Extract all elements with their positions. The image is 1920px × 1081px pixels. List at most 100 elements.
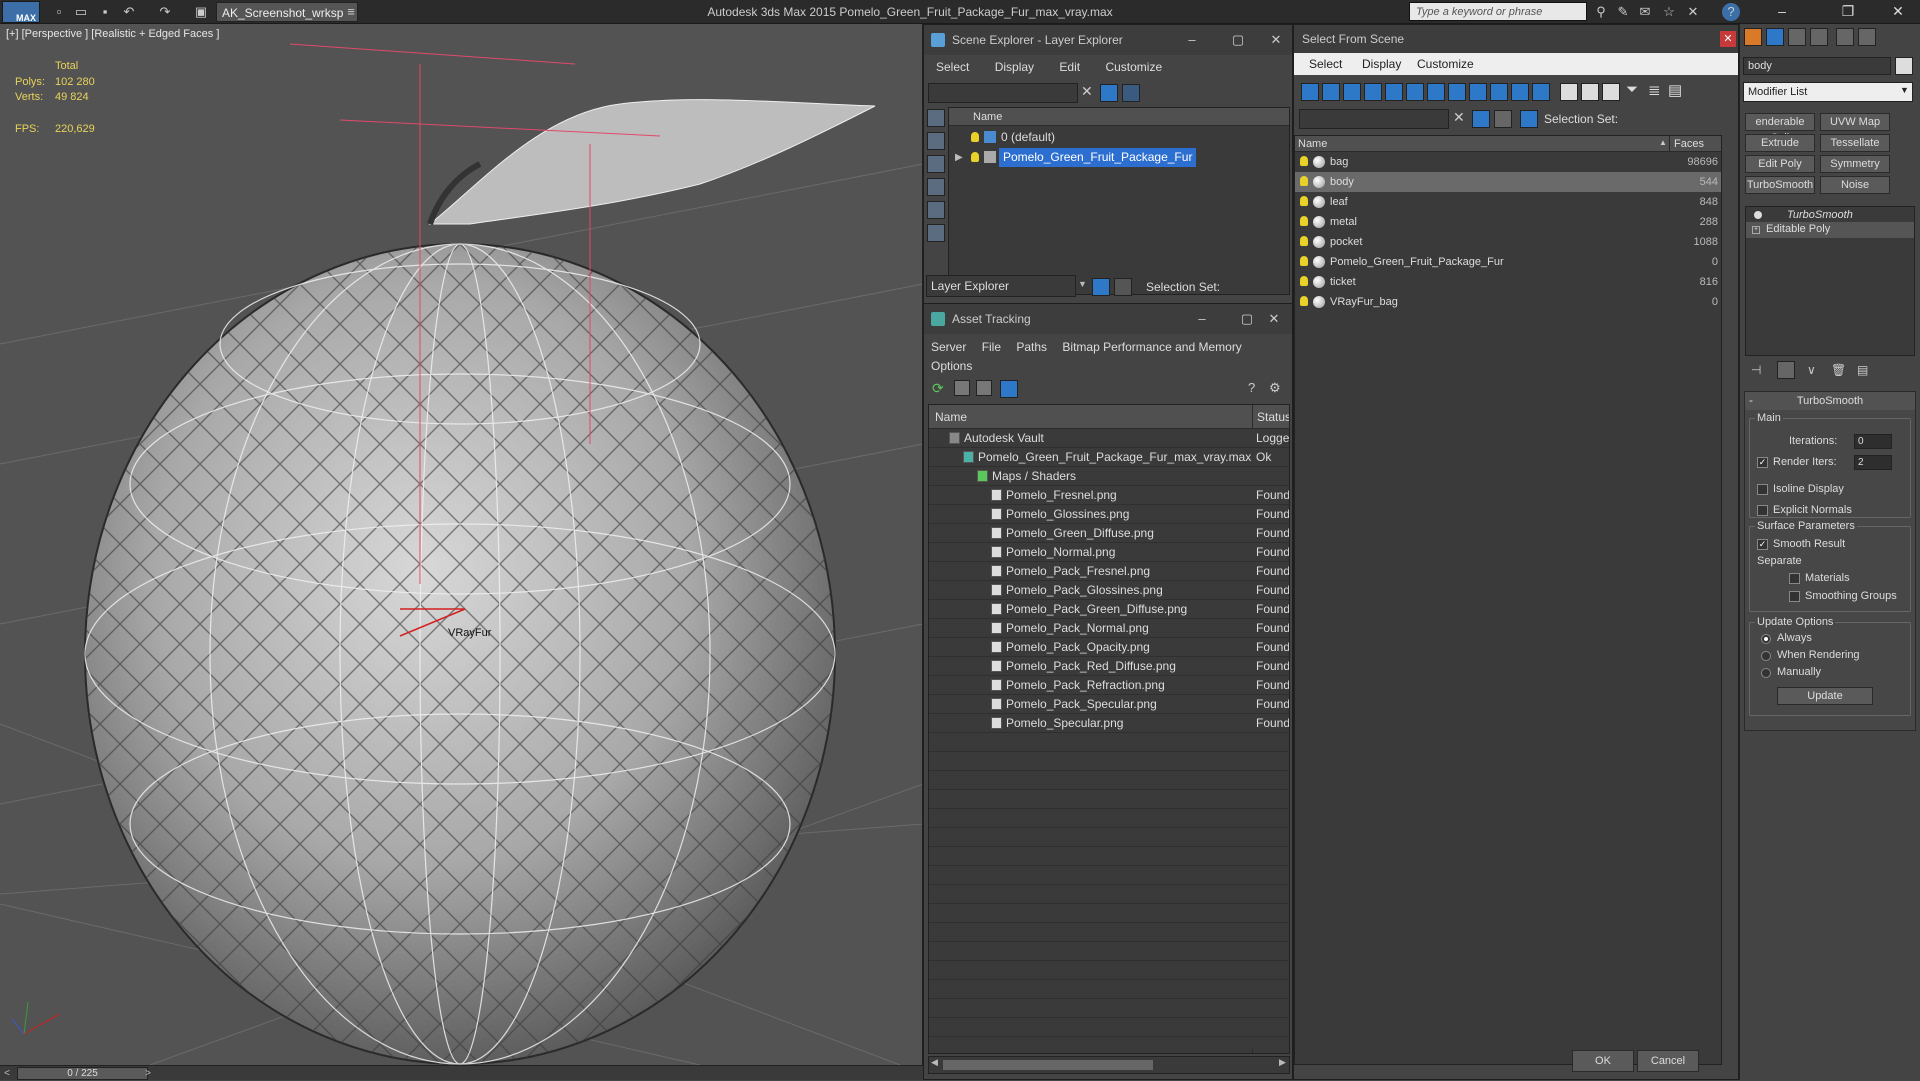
- filter-shapes-icon[interactable]: [927, 132, 945, 150]
- show-end-result-icon[interactable]: [1777, 361, 1795, 379]
- asset-row[interactable]: Pomelo_Pack_Opacity.png Found: [929, 638, 1289, 657]
- minimize-icon[interactable]: –: [1174, 25, 1210, 55]
- tessellate-button[interactable]: Tessellate: [1820, 134, 1890, 152]
- layer-row[interactable]: 0 (default): [949, 128, 1289, 147]
- col-faces-header[interactable]: Faces: [1669, 136, 1704, 152]
- undo-icon[interactable]: ↶: [120, 3, 138, 21]
- dropdown-arrow-icon[interactable]: ▼: [1900, 85, 1909, 95]
- display-lights-icon[interactable]: [1343, 83, 1361, 101]
- smooth-result-checkbox[interactable]: ✓: [1757, 539, 1768, 550]
- light-bulb-icon[interactable]: [1300, 276, 1308, 286]
- expand-arrow-icon[interactable]: ▶: [955, 148, 963, 167]
- layer-tool-icon[interactable]: [1122, 84, 1140, 102]
- asset-row[interactable]: Pomelo_Pack_Glossines.png Found: [929, 581, 1289, 600]
- select-from-scene-titlebar[interactable]: Select From Scene: [1294, 25, 1738, 53]
- display-cameras-icon[interactable]: [1364, 83, 1382, 101]
- clear-search-icon[interactable]: ✕: [1453, 109, 1465, 126]
- object-name-input[interactable]: body: [1743, 57, 1891, 75]
- isoline-display-checkbox[interactable]: [1757, 484, 1768, 495]
- light-bulb-icon[interactable]: [1300, 196, 1308, 206]
- app-logo-icon[interactable]: MAX: [2, 1, 40, 23]
- perspective-viewport[interactable]: [+] [Perspective ] [Realistic + Edged Fa…: [0, 24, 923, 1065]
- asset-row[interactable]: Pomelo_Pack_Normal.png Found: [929, 619, 1289, 638]
- select-none-icon[interactable]: [1581, 83, 1599, 101]
- asset-row[interactable]: Pomelo_Green_Diffuse.png Found: [929, 524, 1289, 543]
- thumbnail-view-icon[interactable]: [976, 380, 992, 396]
- close-icon[interactable]: ✕: [1256, 304, 1292, 334]
- update-always-radio[interactable]: [1761, 634, 1771, 644]
- layer-row[interactable]: ▶ Pomelo_Green_Fruit_Package_Fur: [949, 148, 1289, 167]
- filter-funnel-icon[interactable]: ⏷: [1626, 81, 1638, 98]
- table-view-icon[interactable]: [1000, 380, 1018, 398]
- asset-row[interactable]: Pomelo_Fresnel.png Found: [929, 486, 1289, 505]
- layer-explorer-toggle-icon[interactable]: [1092, 278, 1110, 296]
- object-color-swatch[interactable]: [1895, 57, 1913, 75]
- display-groups-icon[interactable]: [1427, 83, 1445, 101]
- filter-lights-icon[interactable]: [927, 155, 945, 173]
- remove-modifier-icon[interactable]: 🗑: [1831, 363, 1846, 377]
- object-row[interactable]: ticket 816: [1295, 272, 1721, 292]
- object-row[interactable]: VRayFur_bag 0: [1295, 292, 1721, 312]
- column-chooser-icon[interactable]: ▤: [1668, 81, 1682, 99]
- update-button[interactable]: Update: [1777, 687, 1873, 705]
- render-iters-checkbox[interactable]: ✓: [1757, 457, 1768, 468]
- clear-search-icon[interactable]: ✕: [1081, 83, 1093, 100]
- scroll-right-icon[interactable]: ▶: [1279, 1057, 1286, 1068]
- display-tab-icon[interactable]: [1836, 28, 1854, 46]
- asset-row[interactable]: Autodesk Vault Logged: [929, 429, 1289, 448]
- exchange-icon[interactable]: ✕: [1684, 3, 1702, 21]
- scene-explorer-titlebar[interactable]: Scene Explorer - Layer Explorer – ▢ ✕: [924, 25, 1292, 55]
- update-when-rendering-radio[interactable]: [1761, 651, 1771, 661]
- asset-row[interactable]: Pomelo_Pack_Green_Diffuse.png Found: [929, 600, 1289, 619]
- asset-row[interactable]: Pomelo_Green_Fruit_Package_Fur_max_vray.…: [929, 448, 1289, 467]
- menu-edit[interactable]: Edit: [1059, 60, 1080, 74]
- prev-frame-button[interactable]: <: [0, 1066, 14, 1081]
- asset-row[interactable]: Pomelo_Pack_Fresnel.png Found: [929, 562, 1289, 581]
- select-invert-icon[interactable]: [1602, 83, 1620, 101]
- asset-row[interactable]: Maps / Shaders: [929, 467, 1289, 486]
- horizontal-scrollbar[interactable]: ◀ ▶: [928, 1056, 1290, 1074]
- display-geometry-icon[interactable]: [1301, 83, 1319, 101]
- minimize-window-icon[interactable]: –: [1760, 0, 1804, 24]
- keyword-search-input[interactable]: Type a keyword or phrase: [1409, 2, 1587, 21]
- col-status-header[interactable]: Status: [1252, 405, 1289, 429]
- refresh-icon[interactable]: ⟳: [932, 380, 948, 396]
- filter-helpers-icon[interactable]: [927, 201, 945, 219]
- utilities-tab-icon[interactable]: [1858, 28, 1876, 46]
- materials-checkbox[interactable]: [1789, 573, 1800, 584]
- display-helpers-icon[interactable]: [1385, 83, 1403, 101]
- hierarchy-display-icon[interactable]: [1520, 110, 1538, 128]
- menu-options[interactable]: Options: [931, 359, 972, 373]
- filter-icon[interactable]: [1472, 110, 1490, 128]
- configure-sets-icon[interactable]: ▤: [1857, 363, 1868, 377]
- hierarchy-icon[interactable]: [1114, 278, 1132, 296]
- menu-customize[interactable]: Customize: [1417, 57, 1474, 71]
- update-manually-radio[interactable]: [1761, 668, 1771, 678]
- display-hidden-icon[interactable]: [1532, 83, 1550, 101]
- display-bones-icon[interactable]: [1469, 83, 1487, 101]
- maximize-icon[interactable]: ▢: [1220, 25, 1256, 55]
- uvw-map-button[interactable]: UVW Map: [1820, 113, 1890, 131]
- asset-row[interactable]: Pomelo_Glossines.png Found: [929, 505, 1289, 524]
- list-view-icon[interactable]: [954, 380, 970, 396]
- redo-icon[interactable]: ↷: [156, 3, 174, 21]
- filter-cameras-icon[interactable]: [927, 178, 945, 196]
- hierarchy-tab-icon[interactable]: [1788, 28, 1806, 46]
- binoculars-icon[interactable]: ⚲: [1592, 3, 1610, 21]
- ok-button[interactable]: OK: [1572, 1050, 1634, 1072]
- menu-file[interactable]: File: [982, 340, 1001, 354]
- display-shapes-icon[interactable]: [1322, 83, 1340, 101]
- menu-display[interactable]: Display: [1362, 57, 1401, 71]
- renderable-spline-button[interactable]: enderable Spli: [1745, 113, 1815, 144]
- display-frozen-icon[interactable]: [1511, 83, 1529, 101]
- sort-options-icon[interactable]: ≣: [1648, 81, 1661, 99]
- object-row[interactable]: Pomelo_Green_Fruit_Package_Fur 0: [1295, 252, 1721, 272]
- iterations-spinner[interactable]: 0: [1854, 434, 1892, 449]
- tools-icon[interactable]: ✎: [1614, 3, 1632, 21]
- object-row[interactable]: leaf 848: [1295, 192, 1721, 212]
- explicit-normals-checkbox[interactable]: [1757, 505, 1768, 516]
- create-tab-icon[interactable]: [1744, 28, 1762, 46]
- col-name-header[interactable]: Name: [935, 410, 967, 424]
- collapse-icon[interactable]: -: [1749, 393, 1753, 407]
- asset-row[interactable]: Pomelo_Pack_Specular.png Found: [929, 695, 1289, 714]
